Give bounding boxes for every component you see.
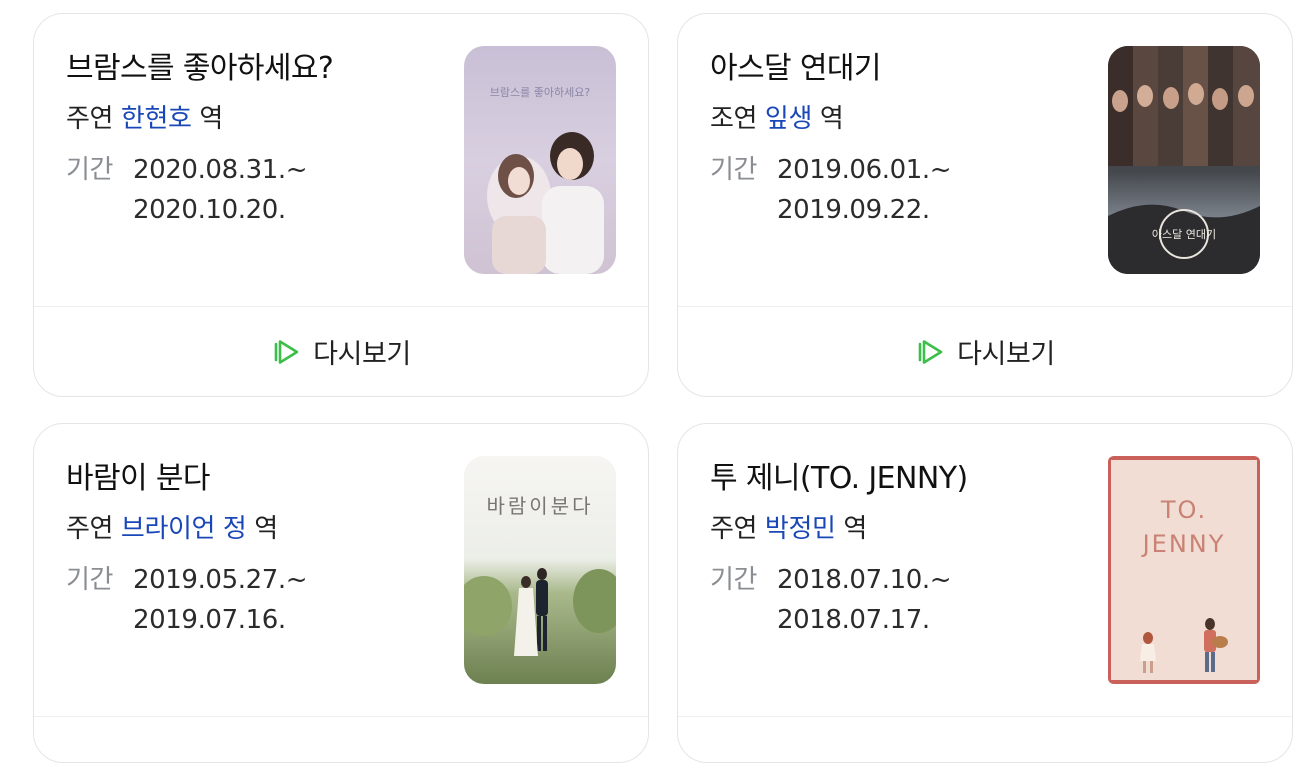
- drama-info: 브람스를 좋아하세요? 주연 한현호 역 기간 2020.08.31.~ 202…: [66, 48, 456, 230]
- role-line: 주연 브라이언 정 역: [66, 512, 456, 546]
- period-label: 기간: [66, 155, 114, 185]
- drama-title[interactable]: 아스달 연대기: [710, 48, 1100, 90]
- poster-title: 바람이분다: [486, 494, 594, 518]
- drama-poster[interactable]: TO. JENNY: [1108, 456, 1260, 684]
- drama-title[interactable]: 바람이 분다: [66, 458, 456, 500]
- role-type: 주연: [710, 514, 758, 544]
- role-suffix: 역: [843, 514, 867, 544]
- period-row: 기간 2020.08.31.~ 2020.10.20.: [66, 150, 456, 230]
- date-end: 2018.07.17.: [777, 605, 930, 635]
- date-start: 2019.06.01.~: [777, 155, 952, 185]
- period-label: 기간: [66, 565, 114, 595]
- replay-button[interactable]: 다시보기: [678, 307, 1292, 396]
- period-dates: 2019.05.27.~ 2019.07.16.: [133, 560, 308, 640]
- play-icon: [915, 336, 947, 368]
- role-type: 주연: [66, 104, 114, 134]
- drama-poster[interactable]: 바람이분다: [464, 456, 616, 684]
- role-line: 주연 한현호 역: [66, 102, 456, 136]
- period-row: 기간 2019.05.27.~ 2019.07.16.: [66, 560, 456, 640]
- divider: [678, 716, 1292, 717]
- poster-title-line1: TO.: [1160, 496, 1208, 524]
- actor-link[interactable]: 브라이언 정: [121, 514, 247, 544]
- replay-label: 다시보기: [313, 339, 411, 370]
- period-row: 기간 2018.07.10.~ 2018.07.17.: [710, 560, 1100, 640]
- actor-link[interactable]: 한현호: [121, 104, 192, 134]
- period-dates: 2018.07.10.~ 2018.07.17.: [777, 560, 952, 640]
- date-start: 2020.08.31.~: [133, 155, 308, 185]
- role-line: 주연 박정민 역: [710, 512, 1100, 546]
- date-end: 2020.10.20.: [133, 195, 286, 225]
- role-suffix: 역: [254, 514, 278, 544]
- replay-button[interactable]: 다시보기: [34, 307, 648, 396]
- poster-title: 아스달 연대기: [1151, 228, 1217, 241]
- drama-poster[interactable]: 아스달 연대기: [1108, 46, 1260, 274]
- date-end: 2019.07.16.: [133, 605, 286, 635]
- drama-info: 바람이 분다 주연 브라이언 정 역 기간 2019.05.27.~ 2019.…: [66, 458, 456, 640]
- period-label: 기간: [710, 155, 758, 185]
- drama-title[interactable]: 투 제니(TO. JENNY): [710, 458, 1100, 500]
- play-icon: [271, 336, 303, 368]
- role-type: 주연: [66, 514, 114, 544]
- date-start: 2018.07.10.~: [777, 565, 952, 595]
- period-row: 기간 2019.06.01.~ 2019.09.22.: [710, 150, 1100, 230]
- poster-title-line2: JENNY: [1142, 530, 1226, 558]
- role-suffix: 역: [199, 104, 223, 134]
- period-dates: 2019.06.01.~ 2019.09.22.: [777, 150, 952, 230]
- replay-label: 다시보기: [957, 339, 1055, 370]
- drama-card[interactable]: 바람이 분다 주연 브라이언 정 역 기간 2019.05.27.~ 2019.…: [33, 423, 649, 763]
- drama-card[interactable]: 브람스를 좋아하세요? 주연 한현호 역 기간 2020.08.31.~ 202…: [33, 13, 649, 397]
- period-label: 기간: [710, 565, 758, 595]
- role-type: 조연: [710, 104, 758, 134]
- drama-card[interactable]: 아스달 연대기 조연 잎생 역 기간 2019.06.01.~ 2019.09.…: [677, 13, 1293, 397]
- drama-poster[interactable]: 브람스를 좋아하세요?: [464, 46, 616, 274]
- date-start: 2019.05.27.~: [133, 565, 308, 595]
- role-line: 조연 잎생 역: [710, 102, 1100, 136]
- drama-info: 아스달 연대기 조연 잎생 역 기간 2019.06.01.~ 2019.09.…: [710, 48, 1100, 230]
- actor-link[interactable]: 잎생: [765, 104, 812, 134]
- drama-card[interactable]: 투 제니(TO. JENNY) 주연 박정민 역 기간 2018.07.10.~…: [677, 423, 1293, 763]
- role-suffix: 역: [819, 104, 844, 134]
- actor-link[interactable]: 박정민: [765, 514, 836, 544]
- drama-title[interactable]: 브람스를 좋아하세요?: [66, 48, 456, 90]
- drama-info: 투 제니(TO. JENNY) 주연 박정민 역 기간 2018.07.10.~…: [710, 458, 1100, 640]
- poster-title: 브람스를 좋아하세요?: [489, 86, 591, 99]
- divider: [34, 716, 648, 717]
- period-dates: 2020.08.31.~ 2020.10.20.: [133, 150, 308, 230]
- date-end: 2019.09.22.: [777, 195, 930, 225]
